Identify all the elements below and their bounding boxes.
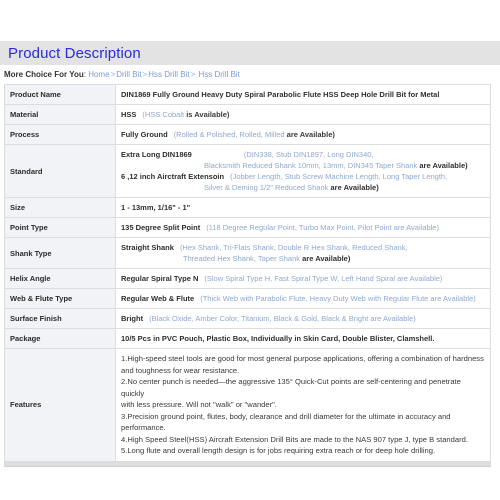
spec-value-options: (HSS Cobalt is Available) (142, 110, 229, 119)
standard-option-2-tail: are Available) (419, 161, 468, 170)
spec-label-size: Size (4, 197, 116, 218)
spec-option-link[interactable]: (118 Degree Regular Point, Turbo Max Poi… (206, 223, 439, 232)
standard-option-2[interactable]: Blacksmith Reduced Shank 10mm, 13mm, DIN… (204, 161, 417, 170)
spec-option-tail: are Available) (286, 130, 335, 139)
table-row: Material HSS (HSS Cobalt is Available) (4, 104, 491, 125)
spec-value-process: Fully Ground (Rolled & Polished, Rolled, … (115, 124, 491, 145)
feature-line-1-cont: and toughness for wear resistance. (121, 365, 240, 375)
table-row: Size 1 - 13mm, 1/16" - 1" (4, 197, 491, 218)
breadcrumb-link-drill-bit[interactable]: Drill Bit (116, 70, 141, 79)
spec-label-process: Process (4, 124, 116, 145)
spec-label-point-type: Point Type (4, 217, 116, 238)
shank-line-1: Straight Shank (Hex Shank, Tri-Flats Shan… (121, 242, 485, 253)
spec-option-link[interactable]: (Thick Web with Parabolic Flute, Heavy D… (200, 294, 476, 303)
table-row: Point Type 135 Degree Split Point (118 De… (4, 217, 491, 238)
spec-value-point-type: 135 Degree Split Point (118 Degree Regula… (115, 217, 491, 238)
table-bottom-bar (4, 461, 491, 467)
spec-value-standard: Extra Long DIN1869 (DIN338, Stub DIN1897,… (115, 144, 491, 198)
spec-value-package: 10/5 Pcs in PVC Pouch, Plastic Box, Indi… (115, 328, 491, 349)
table-row: Shank Type Straight Shank (Hex Shank, Tri… (4, 237, 491, 269)
standard-line-1: Extra Long DIN1869 (DIN338, Stub DIN1897,… (121, 149, 485, 160)
standard-line-3: 6 ,12 inch Airctraft Extensoin (Jobber Le… (121, 171, 485, 182)
spec-value-main: 1 - 13mm, 1/16" - 1" (121, 203, 191, 212)
spec-label-surface-finish: Surface Finish (4, 308, 116, 329)
section-title-bar: Product Description (0, 41, 500, 65)
spec-option-tail: are Available) (302, 254, 351, 263)
spec-value-web-flute-type: Regular Web & Flute (Thick Web with Parab… (115, 288, 491, 309)
table-row-features: Features 1.High-speed steel tools are go… (4, 348, 491, 462)
standard-option-3[interactable]: (Jobber Length, Stub Screw Machine Lengt… (230, 172, 447, 181)
spec-label-web-flute-type: Web & Flute Type (4, 288, 116, 309)
spec-value-options: (Rolled & Polished, Rolled, Milled are A… (174, 130, 335, 139)
feature-line-4: 4.High Speed Steel(HSS) Aircraft Extensi… (121, 434, 468, 444)
feature-line-5: 5.Long flute and overall length design i… (121, 446, 436, 455)
spec-value-main: HSS (121, 110, 137, 119)
spec-option-link-2[interactable]: Threaded Hex Shank, Taper Shank (183, 254, 300, 263)
spec-value-features: 1.High-speed steel tools are good for mo… (115, 348, 491, 462)
product-spec-table: Product Name DIN1869 Fully Ground Heavy … (4, 84, 491, 462)
feature-line-1: 1.High-speed steel tools are good for mo… (121, 354, 484, 363)
spec-option-link[interactable]: (Rolled & Polished, Rolled, Milled (174, 130, 285, 139)
spec-option-link[interactable]: (Slow Spiral Type H, Fast Spiral Type W,… (204, 274, 442, 283)
spec-value-main: DIN1869 Fully Ground Heavy Duty Spiral P… (121, 90, 440, 99)
standard-option-4-tail: are Available) (330, 183, 379, 192)
breadcrumb: More Choice For You: Home>Drill Bit>Hss … (0, 65, 500, 84)
spec-label-shank-type: Shank Type (4, 237, 116, 269)
spec-value-main: 10/5 Pcs in PVC Pouch, Plastic Box, Indi… (121, 334, 435, 343)
spec-value-main: Regular Spiral Type N (121, 274, 199, 283)
feature-line-2: 2.No center punch is needed—the aggressi… (121, 377, 461, 398)
spec-value-helix-angle: Regular Spiral Type N (Slow Spiral Type H… (115, 268, 491, 289)
product-description-page: Product Description More Choice For You:… (0, 0, 500, 467)
feature-line-2-cont: with less pressure. Will not "walk" or "… (121, 400, 277, 409)
spec-label-helix-angle: Helix Angle (4, 268, 116, 289)
spec-value-main: 135 Degree Split Point (121, 223, 201, 232)
breadcrumb-link-hss-drill-bit-current[interactable]: Hss Drill Bit (198, 70, 239, 79)
feature-line-3: 3.Precision ground point, flutes, body, … (121, 411, 451, 433)
breadcrumb-link-home[interactable]: Home (88, 70, 109, 79)
table-row: Process Fully Ground (Rolled & Polished, … (4, 124, 491, 145)
spec-value-size: 1 - 13mm, 1/16" - 1" (115, 197, 491, 218)
standard-main-3: 6 ,12 inch Airctraft Extensoin (121, 172, 225, 181)
spec-value-main: Fully Ground (121, 130, 168, 139)
table-row: Surface Finish Bright (Black Oxide, Amber… (4, 308, 491, 329)
spec-value-main: Bright (121, 314, 144, 323)
standard-main-1: Extra Long DIN1869 (121, 150, 192, 159)
table-row: Standard Extra Long DIN1869 (DIN338, Stub… (4, 144, 491, 198)
spec-value-material: HSS (HSS Cobalt is Available) (115, 104, 491, 125)
table-row: Helix Angle Regular Spiral Type N (Slow S… (4, 268, 491, 289)
spec-value-product-name: DIN1869 Fully Ground Heavy Duty Spiral P… (115, 84, 491, 105)
spec-label-package: Package (4, 328, 116, 349)
shank-line-2: Threaded Hex Shank, Taper Shank are Avai… (121, 253, 485, 264)
spec-option-link[interactable]: (Black Oxide, Amber Color, Titanium, Bla… (149, 314, 416, 323)
spec-option-link[interactable]: (Hex Shank, Tri-Flats Shank, Double R He… (180, 243, 408, 252)
breadcrumb-link-hss-drill-bit[interactable]: Hss Drill Bit (148, 70, 189, 79)
page-title: Product Description (8, 44, 141, 62)
spec-value-main: Straight Shank (121, 243, 174, 252)
breadcrumb-colon: : (83, 70, 86, 79)
spec-label-features: Features (4, 348, 116, 462)
breadcrumb-label: More Choice For You (4, 70, 84, 79)
table-row: Product Name DIN1869 Fully Ground Heavy … (4, 84, 491, 105)
spec-label-standard: Standard (4, 144, 116, 198)
spec-value-main: Regular Web & Flute (121, 294, 195, 303)
standard-option-1[interactable]: (DIN338, Stub DIN1897, Long DIN340, (244, 150, 374, 159)
standard-line-2: Blacksmith Reduced Shank 10mm, 13mm, DIN… (121, 160, 485, 171)
spec-label-material: Material (4, 104, 116, 125)
spec-option-tail: is Available) (186, 110, 230, 119)
breadcrumb-separator-3: > (190, 70, 196, 79)
spec-value-surface-finish: Bright (Black Oxide, Amber Color, Titaniu… (115, 308, 491, 329)
spec-option-link[interactable]: (HSS Cobalt (142, 110, 184, 119)
table-row: Package 10/5 Pcs in PVC Pouch, Plastic B… (4, 328, 491, 349)
table-row: Web & Flute Type Regular Web & Flute (Thi… (4, 288, 491, 309)
spec-label-product-name: Product Name (4, 84, 116, 105)
standard-option-4[interactable]: Silver & Deming 1/2" Reduced Shank (204, 183, 328, 192)
standard-line-4: Silver & Deming 1/2" Reduced Shank are A… (121, 182, 485, 193)
spec-value-shank-type: Straight Shank (Hex Shank, Tri-Flats Shan… (115, 237, 491, 269)
